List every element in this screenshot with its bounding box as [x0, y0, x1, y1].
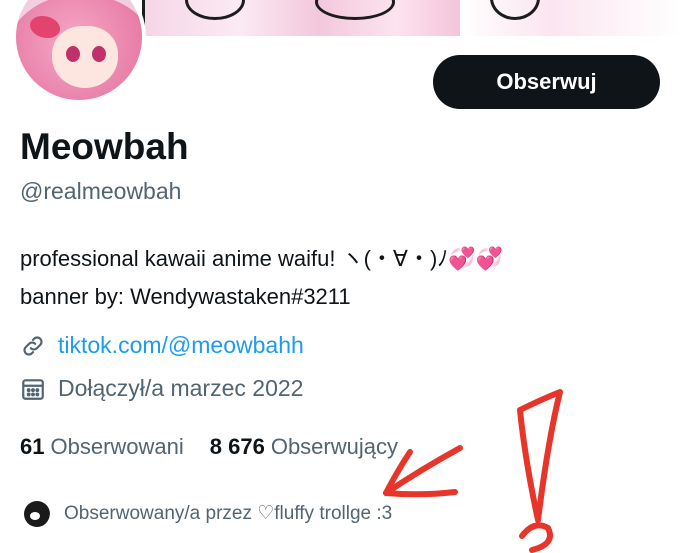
joined-date: Dołączył/a marzec 2022 [58, 375, 304, 401]
following-label: Obserwowani [50, 434, 184, 459]
bio-line: professional kawaii anime waifu! ヽ(・∀・)ﾉ… [20, 246, 504, 271]
annotation-exclamation-dot [519, 522, 553, 553]
profile-link-row: tiktok.com/@meowbahh [20, 332, 304, 359]
link-icon [23, 335, 43, 356]
annotation-exclamation-bar [517, 389, 563, 523]
followers-count: 8 676 [209, 434, 265, 459]
user-handle: @realmeowbah [20, 178, 182, 204]
joined-date-row: Dołączył/a marzec 2022 [20, 375, 303, 402]
followed-by-row[interactable]: Obserwowany/a przez ♡fluffy trollge :3 [18, 496, 392, 530]
following-stat[interactable]: 61 Obserwowani [20, 434, 184, 460]
following-count: 61 [20, 434, 45, 459]
followed-by-text: Obserwowany/a przez ♡fluffy trollge :3 [64, 502, 393, 524]
display-name: Meowbah [20, 126, 189, 167]
calendar-icon [22, 378, 44, 400]
banner-artwork-right [462, 0, 680, 36]
bio-line: banner by: Wendywastaken#3211 [20, 284, 351, 309]
follower-avatar [18, 496, 52, 530]
profile-avatar[interactable] [12, 0, 146, 104]
profile-bio: professional kawaii anime waifu! ヽ(・∀・)ﾉ… [20, 240, 503, 316]
followers-label: Obserwujący [270, 434, 398, 459]
banner-artwork [142, 0, 460, 36]
follow-button[interactable]: Obserwuj [433, 55, 660, 109]
profile-link[interactable]: tiktok.com/@meowbahh [58, 332, 304, 359]
follow-stats: 61 Obserwowani 8 676 Obserwujący [20, 434, 424, 460]
followers-stat[interactable]: 8 676 Obserwujący [210, 434, 398, 460]
